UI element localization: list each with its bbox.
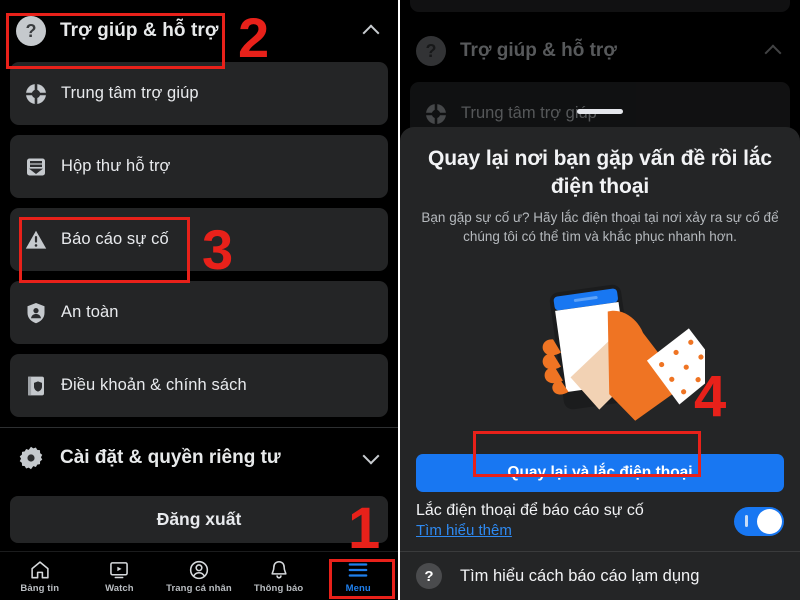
question-circle-icon: ? <box>16 16 46 46</box>
gear-icon <box>19 446 43 470</box>
shake-phone-cta-button[interactable]: Quay lại và lắc điện thoại <box>416 454 784 492</box>
lifebuoy-icon <box>425 103 447 124</box>
menu-row-label: Trung tâm trợ giúp <box>61 84 199 102</box>
sheet-title: Quay lại nơi bạn gặp vấn đề rồi lắc điện… <box>427 147 773 198</box>
right-phone-screen: ? Trợ giúp & hỗ trợ Trung tâm trợ giúp Q… <box>400 0 800 600</box>
annotation-number-4: 4 <box>694 364 727 429</box>
help-and-support-header[interactable]: ? Trợ giúp & hỗ trợ <box>0 0 398 62</box>
warning-triangle-icon <box>25 230 47 249</box>
nav-tab-label: Bảng tin <box>20 582 60 594</box>
person-circle-icon <box>188 559 210 581</box>
hand-shaking-phone-illustration <box>416 246 784 454</box>
chevron-up-icon[interactable] <box>364 23 380 39</box>
chevron-up-icon <box>766 43 782 59</box>
switch-knob <box>757 508 782 534</box>
video-icon <box>108 559 130 581</box>
background-help-and-support-header[interactable]: ? Trợ giúp & hỗ trợ <box>400 20 800 82</box>
learn-more-link[interactable]: Tìm hiểu thêm <box>416 522 512 539</box>
menu-row-terms-policies[interactable]: Điều khoản & chính sách <box>10 354 388 417</box>
annotation-number-3: 3 <box>202 218 234 281</box>
toggle-title: Lắc điện thoại để báo cáo sự cố <box>416 502 644 519</box>
background-menu-row-label: Trung tâm trợ giúp <box>461 104 597 122</box>
toggle-text-group: Lắc điện thoại để báo cáo sự cố Tìm hiểu… <box>416 501 734 541</box>
nav-tab-news-feed[interactable]: Bảng tin <box>0 552 80 600</box>
shake-to-report-bottom-sheet: Quay lại nơi bạn gặp vấn đề rồi lắc điện… <box>400 127 800 600</box>
menu-scroll-area[interactable]: ? Trợ giúp & hỗ trợ Trung tâm trợ giúp H… <box>0 0 398 552</box>
background-partial-row <box>410 0 790 12</box>
nav-tab-notifications[interactable]: Thông báo <box>239 552 319 600</box>
learn-report-abuse-label: Tìm hiểu cách báo cáo lạm dụng <box>460 566 700 585</box>
screenshot-root: ? Trợ giúp & hỗ trợ Trung tâm trợ giúp H… <box>0 0 800 600</box>
background-help-title: Trợ giúp & hỗ trợ <box>460 40 617 61</box>
nav-tab-label: Watch <box>105 582 134 594</box>
question-circle-icon: ? <box>416 36 446 66</box>
shake-to-report-switch[interactable] <box>734 506 784 536</box>
inbox-icon <box>27 158 45 175</box>
switch-on-indicator <box>745 515 748 527</box>
menu-row-label: Hộp thư hỗ trợ <box>61 157 171 175</box>
annotation-number-2: 2 <box>238 6 270 69</box>
lifebuoy-icon <box>25 83 47 104</box>
menu-row-help-center[interactable]: Trung tâm trợ giúp <box>10 62 388 125</box>
sheet-subtitle: Bạn gặp sự cố ư? Hãy lắc điện thoại tại … <box>421 210 779 244</box>
nav-tab-label: Trang cá nhân <box>166 582 232 594</box>
shield-person-icon <box>27 302 45 323</box>
settings-and-privacy-header[interactable]: Cài đặt & quyền riêng tư <box>0 428 398 488</box>
nav-tab-watch[interactable]: Watch <box>80 552 160 600</box>
menu-row-label: An toàn <box>61 303 119 321</box>
help-and-support-title: Trợ giúp & hỗ trợ <box>60 20 219 41</box>
logout-button[interactable]: Đăng xuất <box>10 496 388 543</box>
book-shield-icon <box>28 376 44 395</box>
home-icon <box>29 559 51 581</box>
annotation-number-1: 1 <box>348 496 381 561</box>
question-circle-icon: ? <box>416 563 442 589</box>
shake-to-report-toggle-row: Lắc điện thoại để báo cáo sự cố Tìm hiểu… <box>416 492 784 551</box>
menu-row-label: Điều khoản & chính sách <box>61 376 247 394</box>
nav-tab-label: Menu <box>345 582 371 594</box>
menu-row-safety[interactable]: An toàn <box>10 281 388 344</box>
chevron-down-icon[interactable] <box>364 450 380 466</box>
menu-row-label: Báo cáo sự cố <box>61 230 169 248</box>
menu-row-report-problem[interactable]: Báo cáo sự cố <box>10 208 388 271</box>
settings-and-privacy-title: Cài đặt & quyền riêng tư <box>60 447 281 468</box>
nav-tab-label: Thông báo <box>253 582 304 594</box>
hamburger-icon <box>347 559 369 581</box>
sheet-drag-handle[interactable] <box>577 109 623 114</box>
menu-row-support-inbox[interactable]: Hộp thư hỗ trợ <box>10 135 388 198</box>
nav-tab-profile[interactable]: Trang cá nhân <box>159 552 239 600</box>
learn-report-abuse-row[interactable]: ? Tìm hiểu cách báo cáo lạm dụng <box>416 552 784 600</box>
bottom-navigation-bar: Bảng tin Watch Trang cá nhân Thông báo M… <box>0 551 398 600</box>
left-phone-screen: ? Trợ giúp & hỗ trợ Trung tâm trợ giúp H… <box>0 0 400 600</box>
bell-icon <box>268 559 290 581</box>
